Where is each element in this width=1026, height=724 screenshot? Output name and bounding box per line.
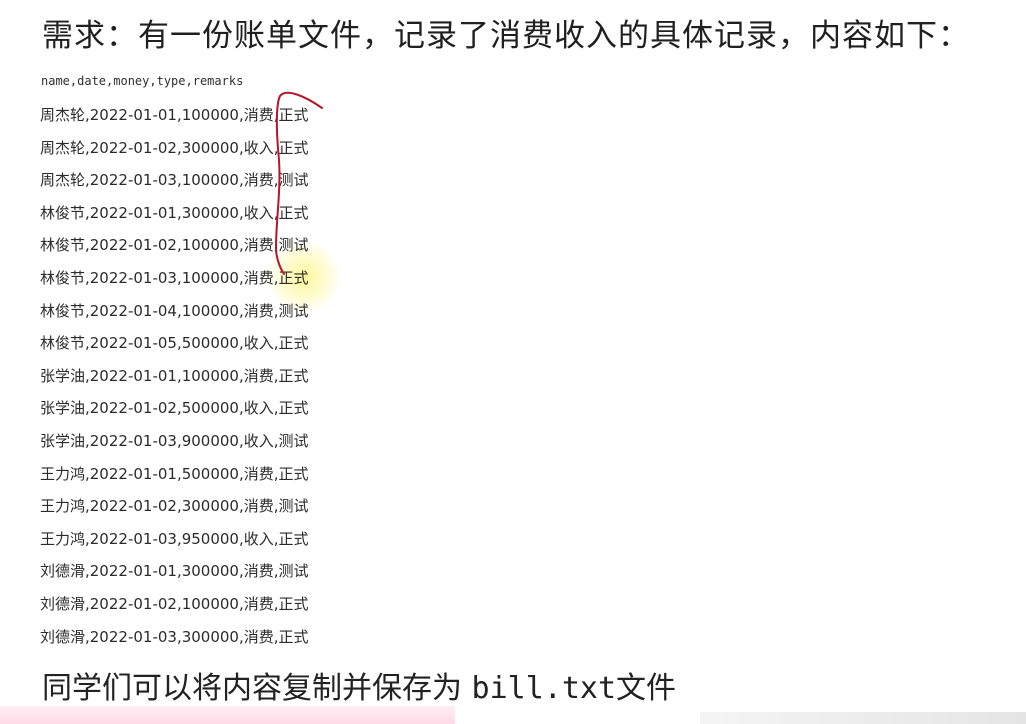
record-line: 张学油,2022-01-03,900000,收入,测试 [40,431,309,450]
record-line: 刘德滑,2022-01-02,100000,消费,正式 [40,594,309,613]
page-title: 需求：有一份账单文件，记录了消费收入的具体记录，内容如下： [42,18,970,54]
record-line: 王力鸿,2022-01-02,300000,消费,测试 [40,497,309,516]
bottom-overlay-right [700,712,1026,724]
record-line: 张学油,2022-01-01,100000,消费,正式 [40,366,309,385]
record-line: 林俊节,2022-01-02,100000,消费,测试 [40,236,309,255]
record-line: 刘德滑,2022-01-03,300000,消费,正式 [40,627,309,646]
footer-prefix: 同学们可以将内容复制并保存为 [42,671,472,706]
record-line: 王力鸿,2022-01-03,950000,收入,正式 [40,529,309,548]
record-line: 林俊节,2022-01-01,300000,收入,正式 [40,203,309,222]
footer-suffix: 文件 [616,671,677,706]
record-line: 刘德滑,2022-01-01,300000,消费,测试 [40,562,309,581]
record-line: 林俊节,2022-01-05,500000,收入,正式 [40,334,309,353]
csv-header-line: name,date,money,type,remarks [41,74,244,88]
record-line: 张学油,2022-01-02,500000,收入,正式 [40,399,309,418]
record-line: 林俊节,2022-01-03,100000,消费,正式 [40,268,309,287]
record-line: 周杰轮,2022-01-03,100000,消费,测试 [40,171,309,190]
record-list: 周杰轮,2022-01-01,100000,消费,正式 周杰轮,2022-01-… [40,99,309,653]
record-line: 周杰轮,2022-01-02,300000,收入,正式 [40,138,309,157]
slide: 需求：有一份账单文件，记录了消费收入的具体记录，内容如下： name,date,… [0,0,1026,724]
bottom-overlay-left [0,706,455,724]
record-line: 周杰轮,2022-01-01,100000,消费,正式 [40,106,309,124]
footer-filename: bill.txt [471,671,617,706]
record-line: 王力鸿,2022-01-01,500000,消费,正式 [40,464,309,483]
record-line: 林俊节,2022-01-04,100000,消费,测试 [40,301,309,320]
footer-instruction: 同学们可以将内容复制并保存为 bill.txt文件 [42,668,676,710]
